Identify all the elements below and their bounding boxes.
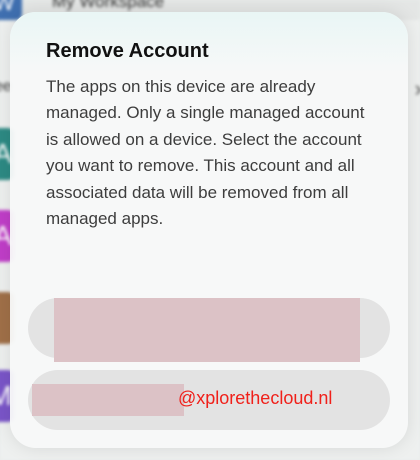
- redacted-account-name: [32, 384, 184, 416]
- chevron-right-icon: ›: [415, 76, 420, 102]
- redacted-account-name: [54, 298, 360, 362]
- watermark-text: @xplorethecloud.nl: [178, 388, 333, 408]
- workspace-title: My Workspace: [52, 0, 165, 11]
- account-option-button[interactable]: [28, 298, 390, 362]
- dialog-message: The apps on this device are already mana…: [46, 77, 365, 229]
- dialog-title: Remove Account: [46, 40, 209, 62]
- remove-account-dialog: Remove Account The apps on this device a…: [10, 12, 408, 448]
